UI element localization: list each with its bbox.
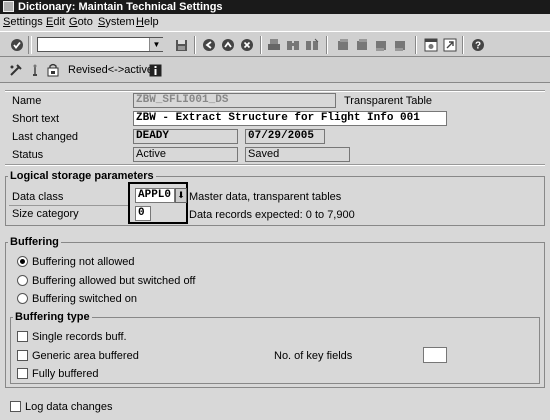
checkbox-generic-area[interactable] <box>17 350 28 361</box>
previous-page-icon[interactable] <box>354 37 370 53</box>
window-title: Dictionary: Maintain Technical Settings <box>18 1 223 13</box>
help-icon[interactable]: ? <box>470 37 486 53</box>
size-category-desc: Data records expected: 0 to 7,900 <box>189 209 355 221</box>
name-field: ZBW_SFLI001_DS <box>133 93 336 108</box>
checkbox-fully-buffered[interactable] <box>17 368 28 379</box>
menu-system[interactable]: System <box>98 16 135 29</box>
short-text-label: Short text <box>12 113 60 125</box>
cancel-icon[interactable] <box>239 37 255 53</box>
buffering-title: Buffering <box>8 236 61 249</box>
activate-icon[interactable] <box>45 62 61 78</box>
header-separator <box>5 90 545 92</box>
shortcut-icon[interactable] <box>442 37 458 53</box>
status-label: Status <box>12 149 44 161</box>
checkbox-log-data-changes[interactable] <box>10 401 21 412</box>
log-data-changes-label: Log data changes <box>25 401 113 413</box>
new-session-icon[interactable] <box>423 37 439 53</box>
menu-goto[interactable]: Goto <box>69 16 93 29</box>
menu-bar: Settings Edit Goto System Help <box>0 14 550 31</box>
search-help-icon[interactable]: ⬇ <box>175 188 187 203</box>
other-object-icon[interactable] <box>27 62 43 78</box>
last-changed-user: DEADY <box>133 129 238 144</box>
revised-active-button[interactable]: Revised<->active <box>68 63 153 77</box>
command-dropdown-icon[interactable]: ▼ <box>149 38 163 51</box>
save-icon[interactable] <box>173 37 189 53</box>
data-class-field[interactable]: APPL0 <box>135 188 175 203</box>
print-icon[interactable] <box>266 37 282 53</box>
title-bar: Dictionary: Maintain Technical Settings <box>0 0 550 14</box>
radio-buffering-switched-off[interactable] <box>17 275 28 286</box>
last-changed-date: 07/29/2005 <box>245 129 325 144</box>
exit-icon[interactable] <box>220 37 236 53</box>
standard-toolbar: ▼ ? <box>0 31 550 57</box>
buffering-option-label: Buffering not allowed <box>32 256 135 268</box>
checkbox-single-records[interactable] <box>17 331 28 342</box>
radio-buffering-not-allowed[interactable] <box>17 256 28 267</box>
buffering-option-label: Buffering switched on <box>32 293 137 305</box>
info-icon[interactable] <box>147 62 163 78</box>
window-icon[interactable] <box>3 1 14 12</box>
table-type-text: Transparent Table <box>344 95 433 107</box>
application-toolbar: Revised<->active <box>0 57 550 83</box>
fully-buffered-label: Fully buffered <box>32 368 99 380</box>
generic-area-label: Generic area buffered <box>32 350 139 362</box>
status-field: Active <box>133 147 238 162</box>
next-page-icon[interactable] <box>373 37 389 53</box>
last-page-icon[interactable] <box>392 37 408 53</box>
name-label: Name <box>12 95 42 107</box>
data-class-desc: Master data, transparent tables <box>189 191 342 203</box>
saved-field: Saved <box>245 147 350 162</box>
menu-help[interactable]: Help <box>136 16 159 29</box>
menu-settings[interactable]: Settings <box>3 16 43 29</box>
single-records-label: Single records buff. <box>32 331 127 343</box>
back-icon[interactable] <box>201 37 217 53</box>
display-change-icon[interactable] <box>8 62 24 78</box>
first-page-icon[interactable] <box>335 37 351 53</box>
size-category-label: Size category <box>12 208 79 220</box>
find-icon[interactable] <box>285 37 301 53</box>
command-field[interactable] <box>37 37 163 52</box>
menu-edit[interactable]: Edit <box>46 16 65 29</box>
short-text-field[interactable]: ZBW - Extract Structure for Flight Info … <box>133 111 447 126</box>
enter-icon[interactable] <box>9 37 25 53</box>
buffering-type-title: Buffering type <box>13 311 92 324</box>
last-changed-label: Last changed <box>12 131 79 143</box>
data-class-label: Data class <box>12 191 64 203</box>
buffering-option-label: Buffering allowed but switched off <box>32 275 196 287</box>
key-fields-input[interactable] <box>423 347 447 363</box>
key-fields-label: No. of key fields <box>274 350 353 362</box>
find-next-icon[interactable] <box>304 37 320 53</box>
svg-text:?: ? <box>475 41 481 52</box>
radio-buffering-switched-on[interactable] <box>17 293 28 304</box>
header-bottom-separator <box>5 164 545 166</box>
size-category-field[interactable]: 0 <box>135 206 151 221</box>
